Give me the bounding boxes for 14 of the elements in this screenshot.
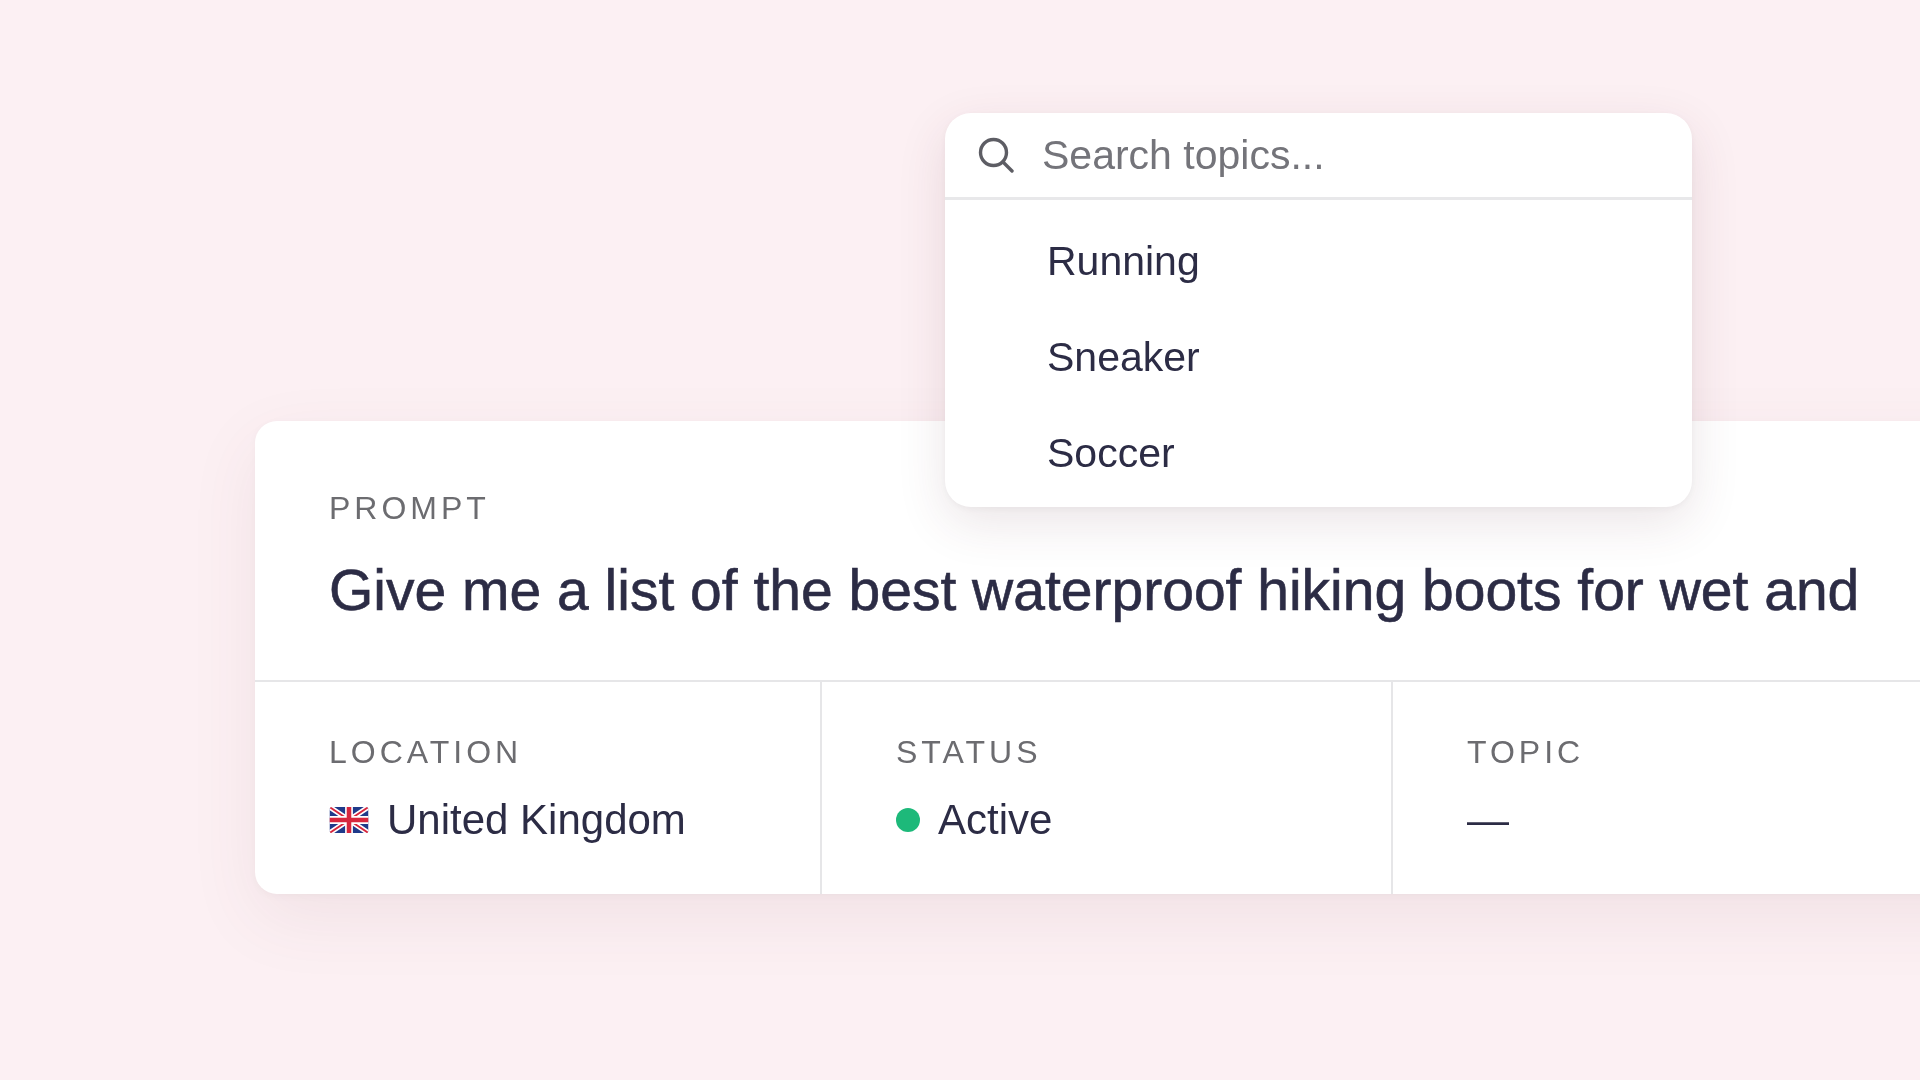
- topic-option[interactable]: Soccer: [957, 405, 1680, 501]
- field-label: LOCATION: [329, 733, 523, 771]
- field-label: STATUS: [896, 733, 1042, 771]
- field-label: TOPIC: [1467, 733, 1585, 771]
- prompt-text: Give me a list of the best waterproof hiking boots for wet and: [329, 557, 1860, 624]
- prompt-label: PROMPT: [329, 489, 490, 527]
- location-value: United Kingdom: [387, 795, 686, 845]
- search-field[interactable]: Search topics...: [1042, 125, 1668, 185]
- topic-value: —: [1467, 795, 1509, 845]
- topic-option[interactable]: Running: [957, 213, 1680, 309]
- flag-icon: [329, 807, 369, 833]
- search-icon: [978, 137, 1014, 173]
- status-value: Active: [938, 795, 1053, 845]
- topic-option[interactable]: Sneaker: [957, 309, 1680, 405]
